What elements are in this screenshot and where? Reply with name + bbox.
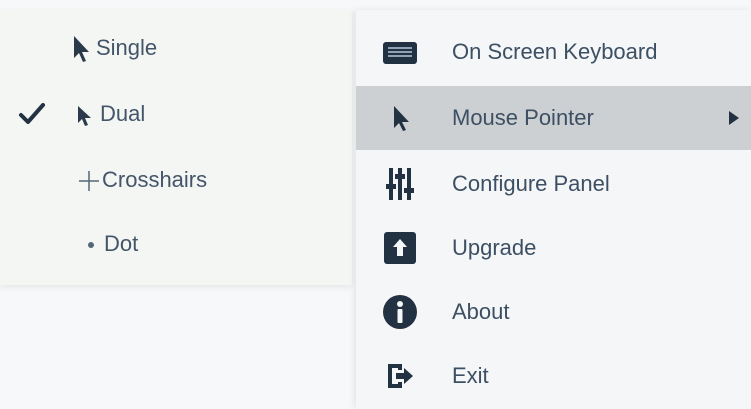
menu-item-label: Exit: [452, 363, 489, 388]
menu-item-label: Configure Panel: [452, 171, 610, 196]
submenu-arrow-icon: [729, 111, 739, 125]
pointer-option-dot[interactable]: Dot: [0, 212, 352, 276]
pointer-option-dual[interactable]: Dual: [0, 82, 352, 146]
menu-item-label: Upgrade: [452, 235, 537, 260]
mouse-pointer-submenu: Single Dual Crosshairs Dot: [0, 10, 352, 285]
pointer-option-label: Crosshairs: [102, 167, 208, 192]
checkmark-icon: [19, 103, 45, 124]
menu-item-label: About: [452, 299, 510, 324]
pointer-option-single[interactable]: Single: [0, 16, 352, 80]
menu-item-configure-panel[interactable]: Configure Panel: [356, 152, 751, 216]
context-menu: On Screen Keyboard Mouse Pointer Configu…: [356, 10, 751, 409]
cursor-arrow-icon: [74, 36, 89, 62]
menu-item-exit[interactable]: Exit: [356, 344, 751, 408]
pointer-option-label: Single: [96, 35, 158, 60]
menu-item-label: On Screen Keyboard: [452, 39, 658, 64]
upgrade-icon: [384, 232, 416, 264]
exit-icon: [388, 364, 413, 388]
pointer-option-crosshairs[interactable]: Crosshairs: [0, 148, 352, 212]
dot-icon: [88, 242, 94, 248]
menu-item-mouse-pointer[interactable]: Mouse Pointer: [356, 86, 751, 150]
crosshair-icon: [79, 171, 99, 191]
pointer-option-label: Dot: [104, 231, 139, 256]
keyboard-icon: [383, 42, 417, 64]
cursor-arrow-icon: [394, 106, 409, 131]
menu-item-on-screen-keyboard[interactable]: On Screen Keyboard: [356, 20, 751, 84]
menu-item-label: Mouse Pointer: [452, 105, 594, 130]
info-icon: [383, 295, 417, 329]
menu-item-upgrade[interactable]: Upgrade: [356, 216, 751, 280]
cursor-arrow-small-icon: [78, 106, 91, 126]
menu-item-about[interactable]: About: [356, 280, 751, 344]
pointer-option-label: Dual: [100, 101, 146, 126]
sliders-icon: [386, 168, 414, 200]
